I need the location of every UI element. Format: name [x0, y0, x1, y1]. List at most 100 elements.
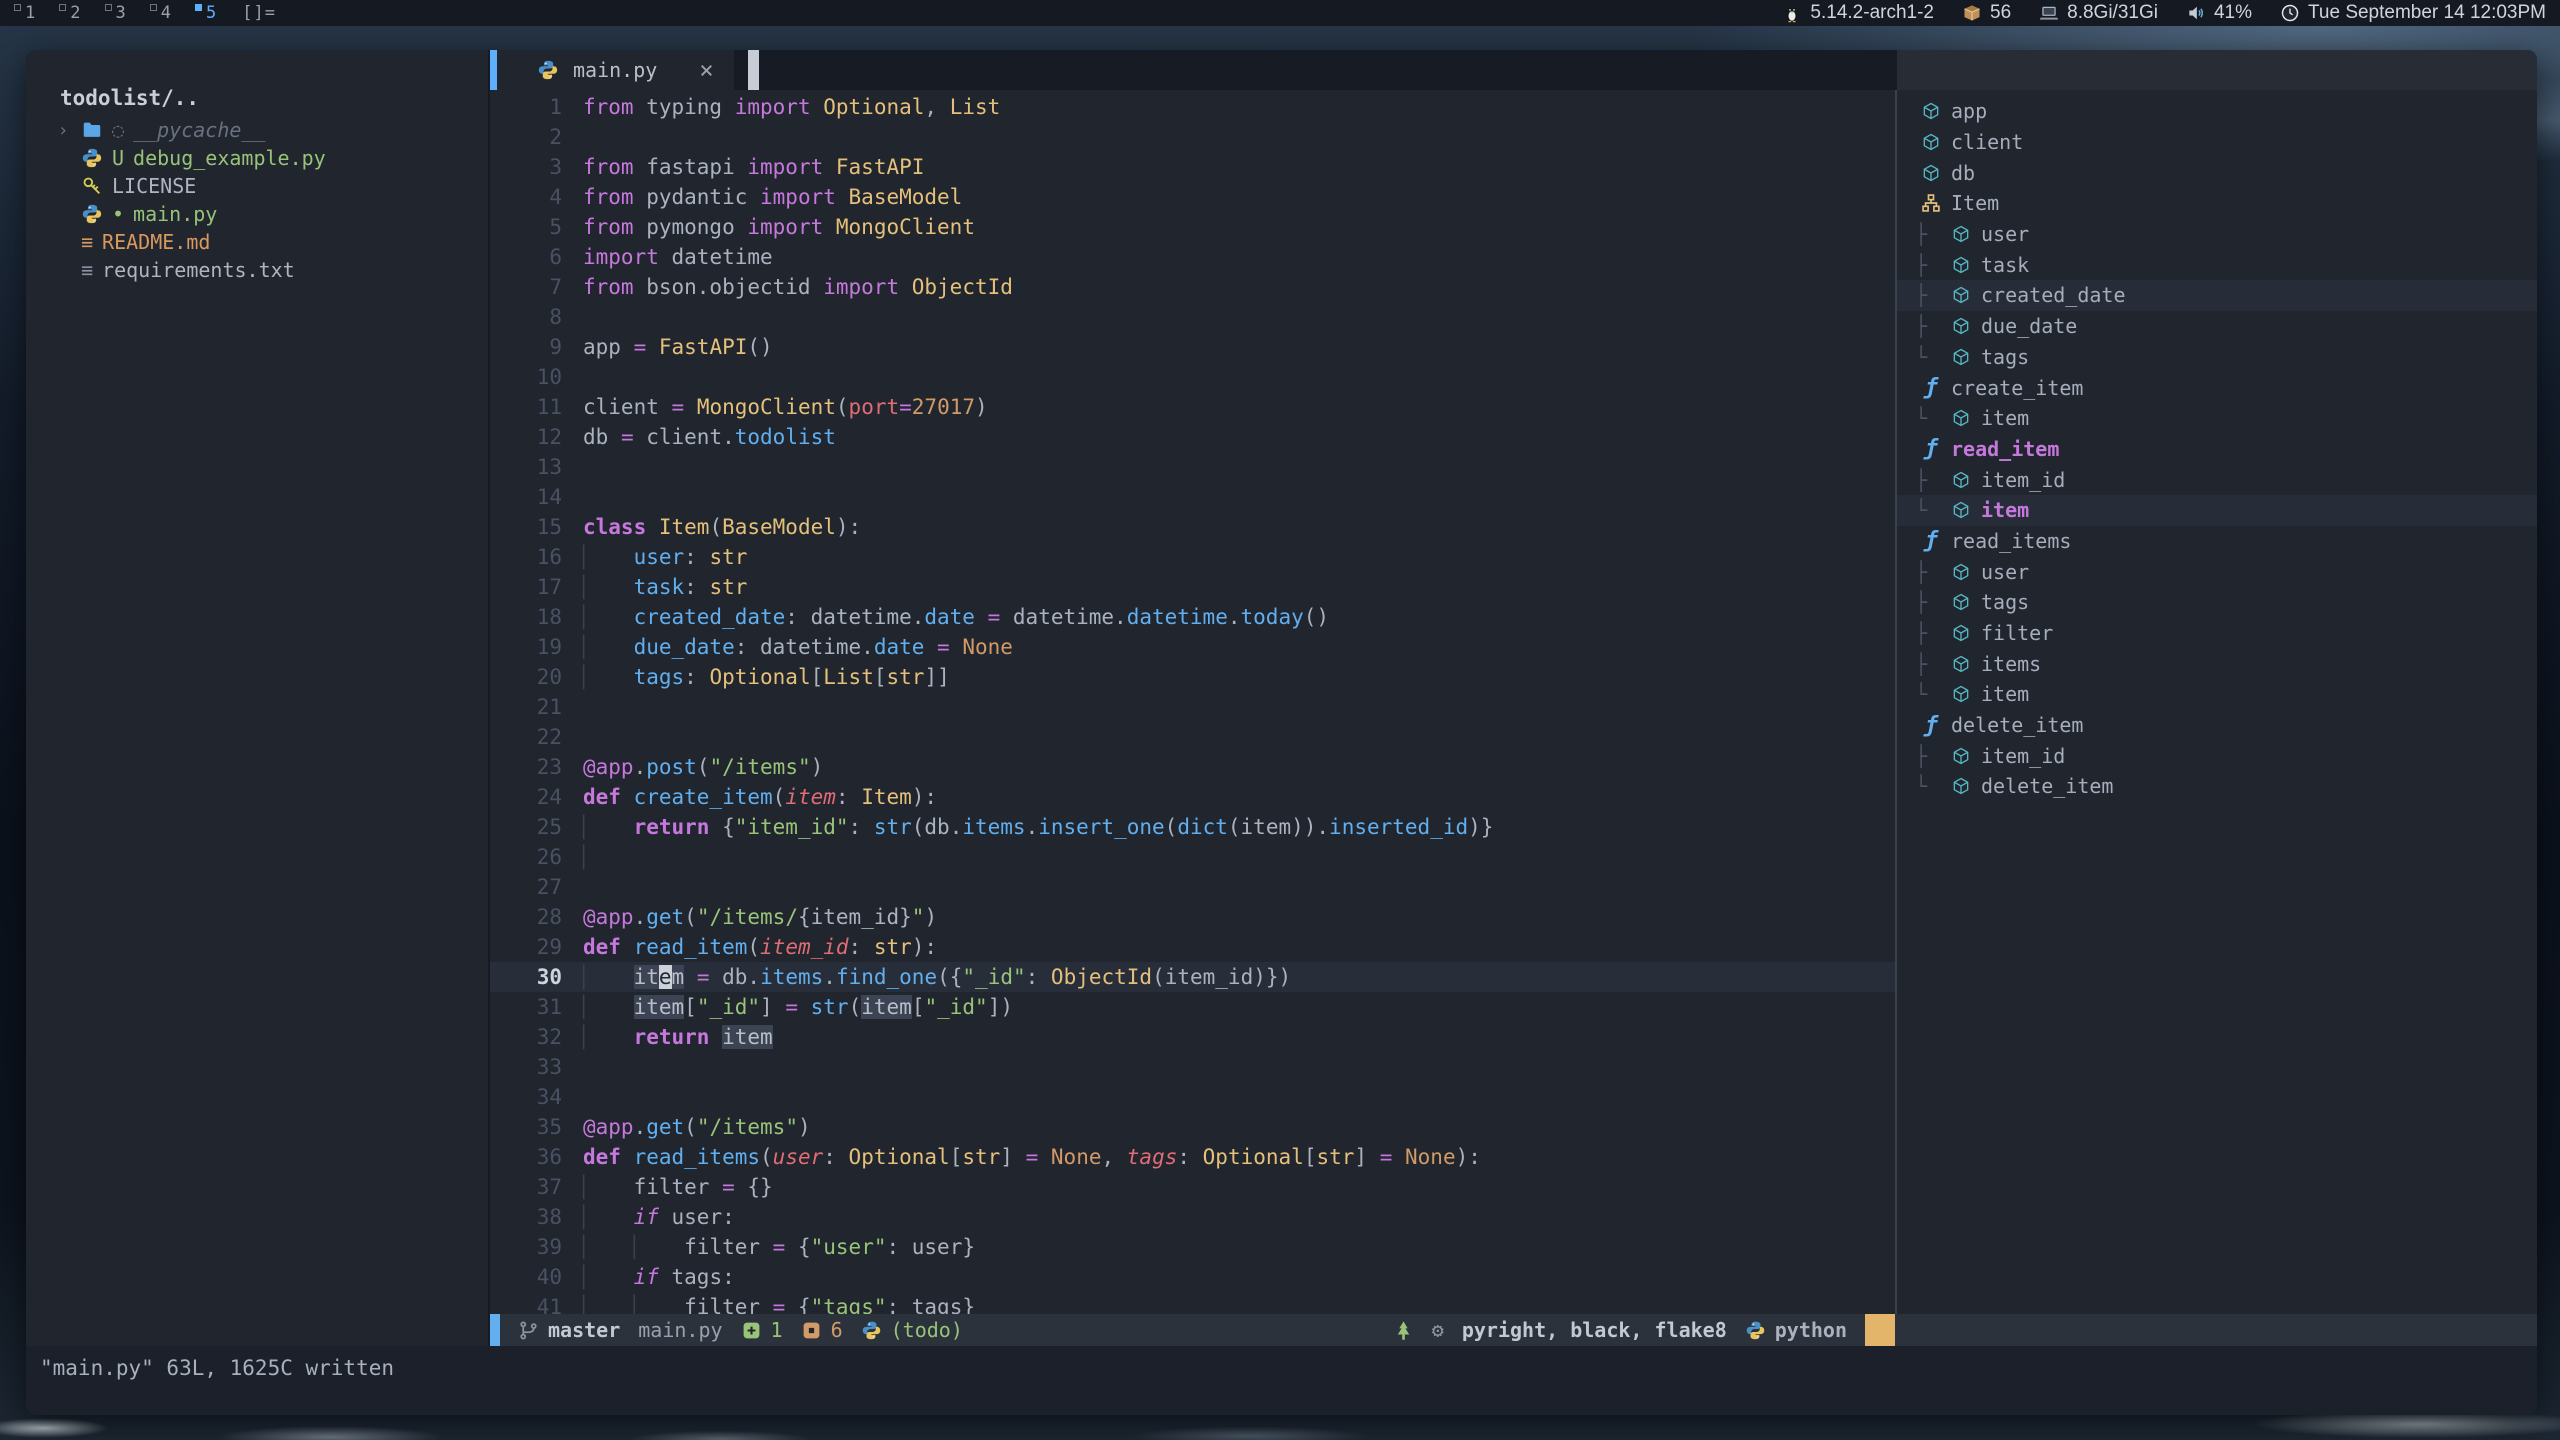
- code-line-21[interactable]: 21: [490, 692, 1895, 722]
- code-token: None: [962, 635, 1013, 659]
- workspace-button-3[interactable]: 3: [105, 3, 126, 23]
- outline-row-read_items[interactable]: ƒread_items: [1897, 526, 2537, 557]
- code-token: import: [823, 275, 912, 299]
- close-icon[interactable]: ×: [699, 56, 713, 84]
- code-line-25[interactable]: 25▏ return {"item_id": str(db.items.inse…: [490, 812, 1895, 842]
- outline-row-Item[interactable]: Item: [1897, 188, 2537, 219]
- file-explorer[interactable]: todolist/.. ›◌__pycache__Udebug_example.…: [26, 50, 490, 1314]
- outline-row-app[interactable]: app: [1897, 96, 2537, 127]
- explorer-item-LICENSE[interactable]: LICENSE: [26, 172, 488, 200]
- code-token: item: [634, 995, 685, 1019]
- outline-row-user[interactable]: ├user: [1897, 219, 2537, 250]
- code-line-4[interactable]: 4from pydantic import BaseModel: [490, 182, 1895, 212]
- code-token: ▏: [583, 1265, 634, 1289]
- code-line-6[interactable]: 6import datetime: [490, 242, 1895, 272]
- workspace-button-2[interactable]: 2: [59, 3, 80, 23]
- outline-row-item[interactable]: └item: [1897, 495, 2537, 526]
- code-line-12[interactable]: 12db = client.todolist: [490, 422, 1895, 452]
- explorer-item-main.py[interactable]: •main.py: [26, 200, 488, 228]
- workspace-indicator: [14, 4, 21, 11]
- workspace-button-4[interactable]: 4: [150, 3, 171, 23]
- code-buffer[interactable]: 1from typing import Optional, List23from…: [490, 90, 1895, 1314]
- outline-row-client[interactable]: client: [1897, 127, 2537, 158]
- code-line-23[interactable]: 23@app.post("/items"): [490, 752, 1895, 782]
- code-line-8[interactable]: 8: [490, 302, 1895, 332]
- outline-row-create_item[interactable]: ƒcreate_item: [1897, 372, 2537, 403]
- file-name: requirements.txt: [102, 258, 295, 282]
- outline-row-task[interactable]: ├task: [1897, 249, 2537, 280]
- code-line-40[interactable]: 40▏ if tags:: [490, 1262, 1895, 1292]
- code-line-32[interactable]: 32▏ return item: [490, 1022, 1895, 1052]
- code-line-13[interactable]: 13: [490, 452, 1895, 482]
- outline-row-delete_item[interactable]: └delete_item: [1897, 771, 2537, 802]
- outline-row-tags[interactable]: ├tags: [1897, 587, 2537, 618]
- tree-connector: ├: [1911, 222, 1941, 246]
- code-line-38[interactable]: 38▏ if user:: [490, 1202, 1895, 1232]
- code-line-17[interactable]: 17▏ task: str: [490, 572, 1895, 602]
- explorer-item-requirements.txt[interactable]: ≡requirements.txt: [26, 256, 488, 284]
- workspace-button-1[interactable]: 1: [14, 3, 35, 23]
- code-line-15[interactable]: 15class Item(BaseModel):: [490, 512, 1895, 542]
- outline-row-filter[interactable]: ├filter: [1897, 618, 2537, 649]
- code-line-34[interactable]: 34: [490, 1082, 1895, 1112]
- diff-changed-icon: [801, 1320, 822, 1341]
- code-line-31[interactable]: 31▏ item["_id"] = str(item["_id"]): [490, 992, 1895, 1022]
- code-token: ▏: [583, 1205, 634, 1229]
- symbol-label: created_date: [1981, 283, 2126, 307]
- outline-row-item_id[interactable]: ├item_id: [1897, 740, 2537, 771]
- code-line-36[interactable]: 36def read_items(user: Optional[str] = N…: [490, 1142, 1895, 1172]
- line-number: 3: [490, 152, 562, 182]
- workspace-button-5[interactable]: 5: [195, 3, 216, 23]
- outline-row-due_date[interactable]: ├due_date: [1897, 311, 2537, 342]
- explorer-item-__pycache__[interactable]: ›◌__pycache__: [26, 116, 488, 144]
- outline-row-db[interactable]: db: [1897, 157, 2537, 188]
- file-name: __pycache__: [133, 118, 265, 142]
- code-line-28[interactable]: 28@app.get("/items/{item_id}"): [490, 902, 1895, 932]
- outline-row-item[interactable]: └item: [1897, 679, 2537, 710]
- code-line-7[interactable]: 7from bson.objectid import ObjectId: [490, 272, 1895, 302]
- code-line-9[interactable]: 9app = FastAPI(): [490, 332, 1895, 362]
- outline-row-read_item[interactable]: ƒread_item: [1897, 434, 2537, 465]
- statusline-segment: 6: [801, 1318, 843, 1342]
- code-token: ▏: [583, 575, 634, 599]
- symbol-variable-icon: [1951, 500, 1971, 520]
- outline-row-tags[interactable]: └tags: [1897, 342, 2537, 373]
- memory-icon: [2039, 3, 2059, 23]
- code-line-14[interactable]: 14: [490, 482, 1895, 512]
- code-line-11[interactable]: 11client = MongoClient(port=27017): [490, 392, 1895, 422]
- code-line-30[interactable]: 30▏ item = db.items.find_one({"_id": Obj…: [490, 962, 1895, 992]
- outline-row-user[interactable]: ├user: [1897, 556, 2537, 587]
- outline-row-item[interactable]: └item: [1897, 403, 2537, 434]
- code-line-5[interactable]: 5from pymongo import MongoClient: [490, 212, 1895, 242]
- explorer-item-debug_example.py[interactable]: Udebug_example.py: [26, 144, 488, 172]
- explorer-item-README.md[interactable]: ≡README.md: [26, 228, 488, 256]
- code-line-39[interactable]: 39▏ ▏ filter = {"user": user}: [490, 1232, 1895, 1262]
- code-line-37[interactable]: 37▏ filter = {}: [490, 1172, 1895, 1202]
- code-line-18[interactable]: 18▏ created_date: datetime.date = dateti…: [490, 602, 1895, 632]
- code-line-35[interactable]: 35@app.get("/items"): [490, 1112, 1895, 1142]
- code-line-10[interactable]: 10: [490, 362, 1895, 392]
- code-line-16[interactable]: 16▏ user: str: [490, 542, 1895, 572]
- system-status-item: 41%: [2186, 2, 2252, 24]
- code-token: m: [672, 965, 685, 989]
- line-number: 20: [490, 662, 562, 692]
- code-line-1[interactable]: 1from typing import Optional, List: [490, 92, 1895, 122]
- code-line-20[interactable]: 20▏ tags: Optional[List[str]]: [490, 662, 1895, 692]
- code-line-33[interactable]: 33: [490, 1052, 1895, 1082]
- code-line-29[interactable]: 29def read_item(item_id: str):: [490, 932, 1895, 962]
- outline-row-items[interactable]: ├items: [1897, 648, 2537, 679]
- code-line-3[interactable]: 3from fastapi import FastAPI: [490, 152, 1895, 182]
- code-line-27[interactable]: 27: [490, 872, 1895, 902]
- code-line-2[interactable]: 2: [490, 122, 1895, 152]
- tab-main-py[interactable]: main.py ×: [497, 50, 734, 90]
- code-line-26[interactable]: 26▏: [490, 842, 1895, 872]
- code-line-19[interactable]: 19▏ due_date: datetime.date = None: [490, 632, 1895, 662]
- symbols-outline[interactable]: appclientdbItem├user├task├created_date├d…: [1897, 90, 2537, 1314]
- outline-row-item_id[interactable]: ├item_id: [1897, 464, 2537, 495]
- code-line-24[interactable]: 24def create_item(item: Item):: [490, 782, 1895, 812]
- symbol-label: due_date: [1981, 314, 2077, 338]
- code-line-22[interactable]: 22: [490, 722, 1895, 752]
- code-token: {item_id}: [798, 905, 912, 929]
- outline-row-delete_item[interactable]: ƒdelete_item: [1897, 710, 2537, 741]
- outline-row-created_date[interactable]: ├created_date: [1897, 280, 2537, 311]
